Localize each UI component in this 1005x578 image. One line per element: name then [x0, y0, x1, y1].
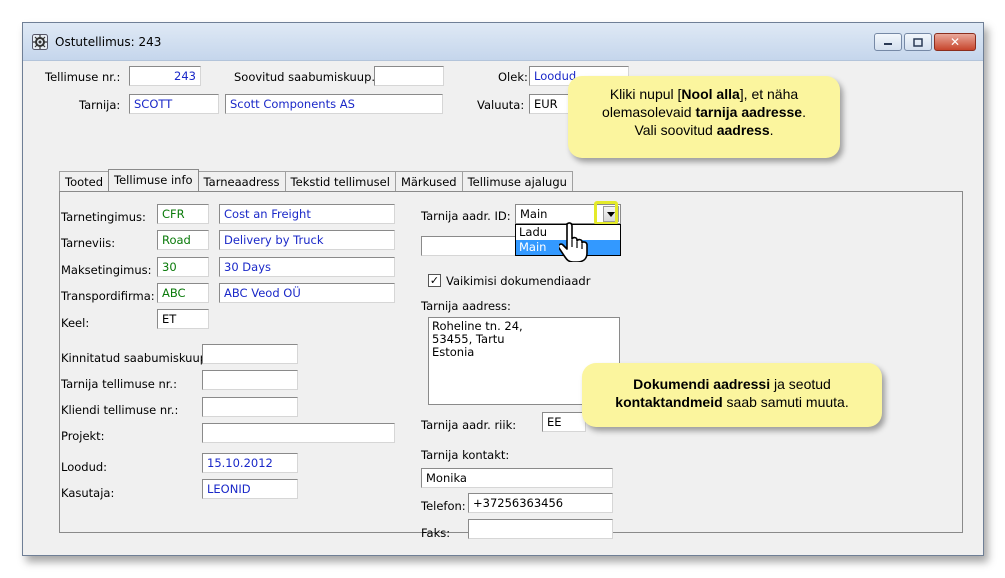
transport-company-label: Transpordifirma:	[61, 289, 155, 303]
project-field[interactable]	[202, 423, 395, 443]
maximize-button[interactable]	[904, 33, 932, 51]
default-doc-address-label: Vaikimisi dokumendiaadr	[446, 274, 591, 288]
tab-delivery-address[interactable]: Tarneaadress	[197, 171, 286, 191]
tab-order-history[interactable]: Tellimuse ajalugu	[461, 171, 573, 191]
tab-products[interactable]: Tooted	[59, 171, 110, 191]
tab-bar: Tooted Tellimuse info Tarneaadress Tekst…	[59, 169, 573, 192]
tab-notes[interactable]: Märkused	[394, 171, 463, 191]
delivery-terms-text-field[interactable]: Cost an Freight	[219, 204, 395, 224]
desired-arrival-field[interactable]	[374, 66, 444, 86]
supplier-contact-field[interactable]: Monika	[421, 468, 613, 488]
minimize-button[interactable]	[874, 33, 902, 51]
supplier-country-label: Tarnija aadr. riik:	[421, 418, 517, 432]
hint-line-1: Kliki nupul [Nool alla], et näha	[609, 86, 799, 102]
window-title: Ostutellimus: 243	[55, 35, 162, 49]
currency-label: Valuuta:	[477, 98, 525, 112]
supplier-name-field[interactable]: Scott Components AS	[225, 94, 443, 114]
hand-pointer-icon	[559, 222, 588, 262]
supplier-address-label: Tarnija aadress:	[421, 299, 511, 313]
delivery-method-code-field[interactable]: Road	[157, 230, 209, 250]
supplier-addr-id-value: Main	[520, 207, 548, 221]
payment-terms-label: Maksetingimus:	[61, 263, 152, 277]
supplier-code-field[interactable]: SCOTT	[129, 94, 219, 114]
transport-company-text-field[interactable]: ABC Veod OÜ	[219, 283, 395, 303]
confirmed-arrival-label: Kinnitatud saabumiskuup.:	[61, 351, 215, 365]
order-no-field[interactable]: 243	[129, 66, 201, 86]
status-label: Olek:	[498, 70, 528, 84]
address-line-3: Estonia	[432, 345, 475, 359]
delivery-method-text-field[interactable]: Delivery by Truck	[219, 230, 395, 250]
currency-field[interactable]: EUR	[529, 94, 569, 114]
hint-address-line-1: Dokumendi aadressi ja seotud	[633, 376, 831, 392]
tab-order-info[interactable]: Tellimuse info	[108, 169, 199, 192]
confirmed-arrival-field[interactable]	[202, 344, 298, 364]
minimize-icon	[884, 43, 892, 45]
hint-callout-address: Dokumendi aadressi ja seotud kontaktandm…	[582, 363, 882, 427]
fax-label: Faks:	[421, 526, 451, 540]
user-label: Kasutaja:	[61, 486, 115, 500]
customer-order-no-label: Kliendi tellimuse nr.:	[61, 403, 179, 417]
title-bar[interactable]: Ostutellimus: 243 ✕	[23, 23, 983, 61]
supplier-addr-id-label: Tarnija aadr. ID:	[421, 209, 511, 223]
desired-arrival-label: Soovitud saabumiskuup.:	[234, 70, 379, 84]
close-button[interactable]: ✕	[934, 33, 976, 51]
project-label: Projekt:	[61, 429, 105, 443]
language-field[interactable]: ET	[157, 309, 209, 329]
supplier-order-no-field[interactable]	[202, 370, 298, 390]
close-icon: ✕	[949, 35, 961, 49]
hint-line-2: olemasolevaid tarnija aadresse.	[602, 104, 806, 120]
dropdown-button-highlight	[594, 201, 618, 225]
payment-terms-text-field[interactable]: 30 Days	[219, 257, 395, 277]
delivery-terms-code-field[interactable]: CFR	[157, 204, 209, 224]
language-label: Keel:	[61, 316, 90, 330]
hint-line-3: Vali soovitud aadress.	[634, 122, 774, 138]
supplier-contact-label: Tarnija kontakt:	[421, 448, 510, 462]
created-label: Loodud:	[61, 460, 108, 474]
gear-app-icon	[32, 34, 48, 50]
transport-company-code-field[interactable]: ABC	[157, 283, 209, 303]
default-doc-address-checkbox[interactable]: ✓	[428, 274, 441, 287]
supplier-label: Tarnija:	[79, 98, 121, 112]
maximize-icon	[913, 37, 923, 47]
tab-order-texts[interactable]: Tekstid tellimusel	[284, 171, 396, 191]
window-controls: ✕	[874, 33, 976, 51]
customer-order-no-field[interactable]	[202, 397, 298, 417]
supplier-country-field[interactable]: EE	[542, 412, 586, 432]
hint-address-line-2: kontaktandmeid saab samuti muuta.	[615, 394, 849, 410]
delivery-method-label: Tarneviis:	[61, 236, 116, 250]
created-field[interactable]: 15.10.2012	[202, 453, 298, 473]
phone-label: Telefon:	[421, 499, 466, 513]
supplier-order-no-label: Tarnija tellimuse nr.:	[61, 377, 177, 391]
phone-field[interactable]: +37256363456	[468, 493, 613, 513]
hint-callout-dropdown: Kliki nupul [Nool alla], et näha olemaso…	[568, 76, 840, 158]
fax-field[interactable]	[468, 519, 613, 539]
order-no-label: Tellimuse nr.:	[45, 70, 121, 84]
user-field[interactable]: LEONID	[202, 479, 298, 499]
delivery-terms-label: Tarnetingimus:	[61, 210, 146, 224]
payment-terms-code-field[interactable]: 30	[157, 257, 209, 277]
